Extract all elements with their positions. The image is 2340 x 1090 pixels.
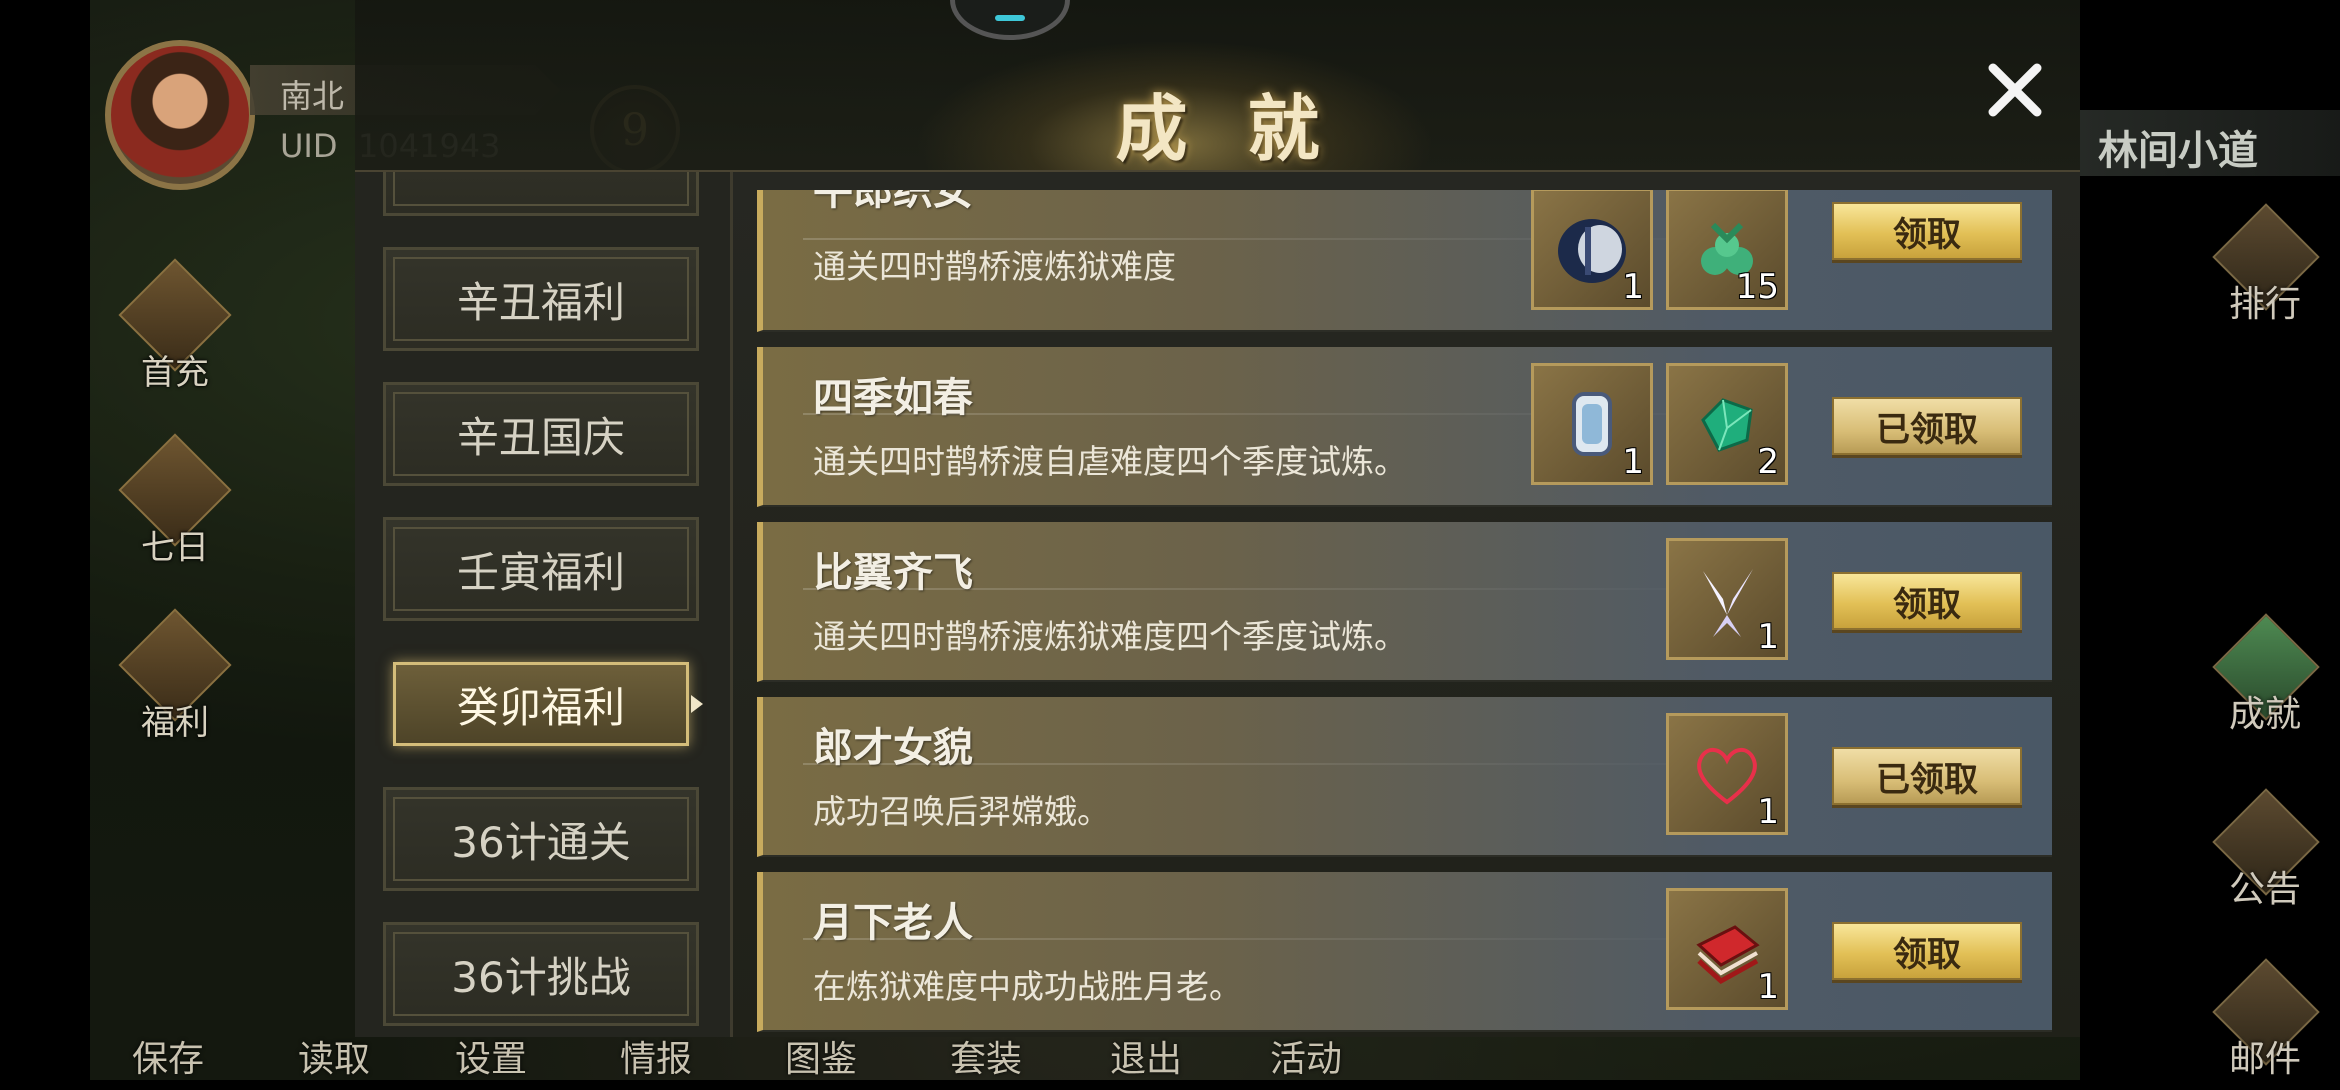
- achievement-item: 郎才女貌 成功召唤后羿嫦娥。 1 已领取: [757, 697, 2052, 857]
- top-handle-icon: [950, 0, 1070, 40]
- left-menu-seven-days[interactable]: 七日: [115, 433, 235, 568]
- achievement-title: 比翼齐飞: [813, 550, 973, 596]
- achievement-list[interactable]: 牛郎织女 通关四时鹊桥渡炼狱难度 1 15 领取 四季如春 通关四时鹊桥渡自虐难…: [757, 190, 2052, 1037]
- left-menu-label: 七日: [141, 528, 209, 568]
- dialog-header: 成就: [355, 0, 2080, 171]
- claim-button[interactable]: 领取: [1832, 572, 2022, 630]
- reward-slot[interactable]: 1: [1666, 713, 1788, 835]
- close-button[interactable]: [1975, 50, 2055, 130]
- bottom-save[interactable]: 保存: [132, 1030, 204, 1082]
- location-banner: 林间小道: [2080, 110, 2340, 176]
- achievement-item: 月下老人 在炼狱难度中成功战胜月老。 1 领取: [757, 872, 2052, 1032]
- achievement-desc: 成功召唤后羿嫦娥。: [813, 792, 1110, 831]
- left-menu-welfare[interactable]: 福利: [115, 608, 235, 743]
- right-menu-label: 邮件: [2228, 1039, 2301, 1080]
- reward-slot[interactable]: 1: [1666, 888, 1788, 1010]
- bottom-sets[interactable]: 套装: [950, 1030, 1022, 1082]
- reward-slot[interactable]: 1: [1666, 538, 1788, 660]
- category-hidden-top[interactable]: [383, 172, 699, 216]
- reward-count: 1: [1622, 442, 1644, 482]
- dialog-body: 辛丑福利 辛丑国庆 壬寅福利 癸卯福利 36计通关 36计挑战 牛郎织女 通关四…: [355, 170, 2080, 1037]
- left-menu-label: 首充: [141, 353, 209, 393]
- achievement-desc: 通关四时鹊桥渡自虐难度四个季度试炼。: [813, 442, 1407, 481]
- reward-slot[interactable]: 1: [1531, 363, 1653, 485]
- category-list[interactable]: 辛丑福利 辛丑国庆 壬寅福利 癸卯福利 36计通关 36计挑战: [355, 172, 733, 1037]
- location-name: 林间小道: [2098, 128, 2258, 174]
- category-36-strategies-challenge[interactable]: 36计挑战: [383, 922, 699, 1026]
- claimed-button[interactable]: 已领取: [1832, 747, 2022, 805]
- reward-count: 1: [1757, 617, 1779, 657]
- reward-slot[interactable]: 15: [1666, 190, 1788, 310]
- category-guimao-welfare[interactable]: 癸卯福利: [393, 662, 689, 746]
- claim-button[interactable]: 领取: [1832, 202, 2022, 260]
- category-xinchou-national-day[interactable]: 辛丑国庆: [383, 382, 699, 486]
- bottom-exit[interactable]: 退出: [1110, 1030, 1182, 1082]
- dialog-title: 成就: [1115, 86, 1380, 171]
- category-renyin-welfare[interactable]: 壬寅福利: [383, 517, 699, 621]
- reward-count: 1: [1757, 792, 1779, 832]
- claimed-button[interactable]: 已领取: [1832, 397, 2022, 455]
- reward-count: 1: [1757, 967, 1779, 1007]
- achievement-desc: 在炼狱难度中成功战胜月老。: [813, 967, 1242, 1006]
- reward-count: 15: [1735, 267, 1779, 307]
- bottom-settings[interactable]: 设置: [455, 1030, 527, 1082]
- achievement-desc: 通关四时鹊桥渡炼狱难度四个季度试炼。: [813, 617, 1407, 656]
- category-xinchou-welfare[interactable]: 辛丑福利: [383, 247, 699, 351]
- achievement-title: 郎才女貌: [813, 725, 973, 771]
- reward-slot[interactable]: 1: [1531, 190, 1653, 310]
- claim-button[interactable]: 领取: [1832, 922, 2022, 980]
- reward-slot[interactable]: 2: [1666, 363, 1788, 485]
- bottom-codex[interactable]: 图鉴: [785, 1030, 857, 1082]
- reward-count: 1: [1622, 267, 1644, 307]
- achievement-item: 四季如春 通关四时鹊桥渡自虐难度四个季度试炼。 1 2 已领取: [757, 347, 2052, 507]
- right-menu-ranking[interactable]: 排行: [2200, 203, 2330, 335]
- left-menu-label: 福利: [141, 703, 209, 743]
- right-menu-label: 排行: [2228, 284, 2301, 325]
- achievement-desc: 通关四时鹊桥渡炼狱难度: [813, 247, 1176, 286]
- right-menu-label: 成就: [2228, 694, 2301, 735]
- achievement-dialog: 成就 辛丑福利 辛丑国庆 壬寅福利 癸卯福利 36计通关 36计挑战 牛郎织女 …: [355, 0, 2080, 1037]
- close-icon: [1988, 63, 2042, 117]
- reward-count: 2: [1757, 442, 1779, 482]
- bottom-events[interactable]: 活动: [1270, 1030, 1342, 1082]
- right-menu-notice[interactable]: 公告: [2200, 788, 2330, 920]
- player-avatar[interactable]: [105, 40, 255, 190]
- achievement-item: 比翼齐飞 通关四时鹊桥渡炼狱难度四个季度试炼。 1 领取: [757, 522, 2052, 682]
- active-arrow-icon: [691, 695, 703, 713]
- left-menu-first-recharge[interactable]: 首充: [115, 258, 235, 393]
- achievement-title: 牛郎织女: [813, 190, 973, 214]
- achievement-item: 牛郎织女 通关四时鹊桥渡炼狱难度 1 15 领取: [757, 190, 2052, 332]
- bottom-load[interactable]: 读取: [298, 1030, 370, 1082]
- uid-label: UID: [280, 127, 338, 165]
- right-menu-achievement[interactable]: 成就: [2200, 613, 2330, 745]
- right-menu-label: 公告: [2228, 869, 2301, 910]
- category-36-strategies-clear[interactable]: 36计通关: [383, 787, 699, 891]
- right-menu-mail[interactable]: 邮件: [2200, 958, 2330, 1090]
- achievement-title: 四季如春: [813, 375, 973, 421]
- player-name: 南北: [280, 77, 345, 115]
- bottom-intel[interactable]: 情报: [620, 1030, 692, 1082]
- achievement-title: 月下老人: [813, 900, 973, 946]
